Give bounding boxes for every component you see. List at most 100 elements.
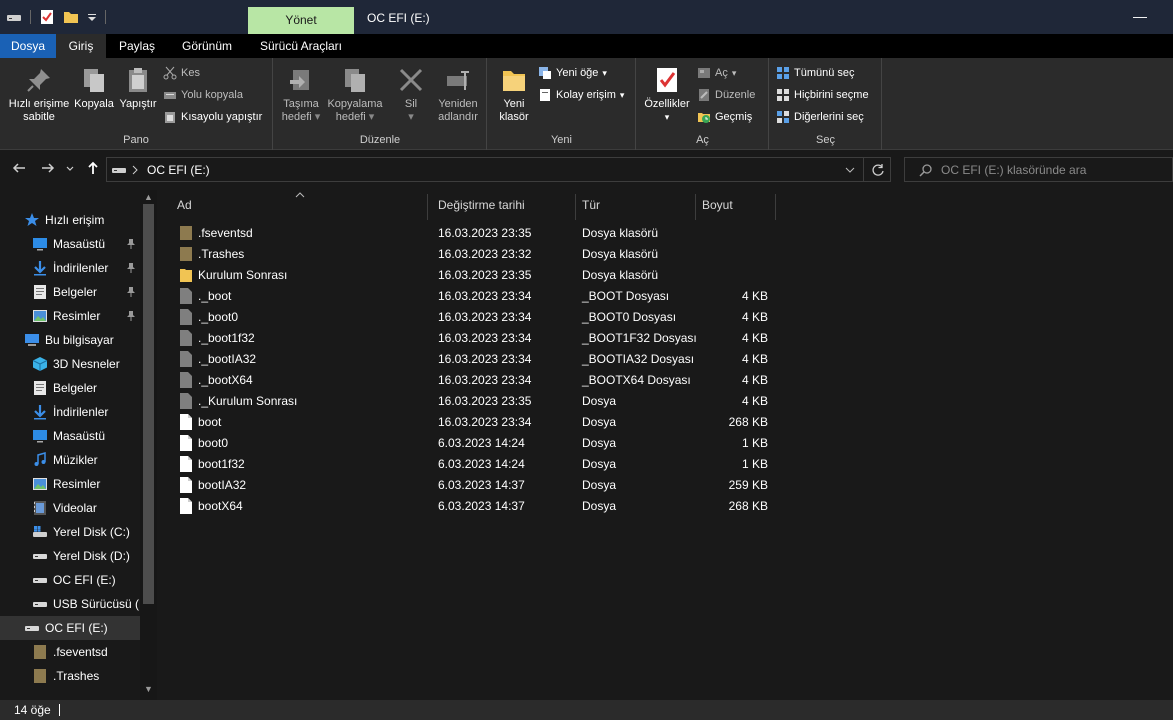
paste-button[interactable]: Yapıştır	[116, 66, 160, 111]
new-item-button[interactable]: Yeni öğe ▾	[538, 66, 607, 80]
select-all-button[interactable]: Tümünü seç	[776, 66, 855, 80]
customize-toolbar-icon[interactable]	[87, 9, 97, 25]
column-header-size[interactable]: Boyut	[696, 194, 776, 220]
cut-button[interactable]: Kes	[163, 66, 200, 80]
select-none-icon	[776, 88, 790, 102]
column-header-type[interactable]: Tür	[576, 194, 696, 220]
copy-button[interactable]: Kopyala	[72, 66, 116, 111]
file-row[interactable]: bootIA32 6.03.2023 14:37 Dosya 259 KB	[157, 475, 777, 496]
toolbar-divider	[105, 10, 106, 24]
file-row[interactable]: boot0 6.03.2023 14:24 Dosya 1 KB	[157, 433, 777, 454]
copy-path-button[interactable]: Yolu kopyala	[163, 88, 243, 102]
drive-icon[interactable]	[6, 9, 22, 25]
file-type: Dosya klasörü	[582, 247, 659, 261]
tab-manage-context[interactable]: Yönet	[248, 7, 354, 34]
new-folder-button[interactable]: Yeni klasör	[492, 66, 536, 124]
forward-button[interactable]	[39, 160, 57, 180]
refresh-icon[interactable]	[871, 163, 885, 177]
nav-item-label: 3D Nesneler	[53, 357, 120, 371]
column-header-name[interactable]: Ad	[171, 192, 428, 220]
rename-button[interactable]: Yeniden adlandır	[432, 66, 484, 124]
file-row[interactable]: ._boot1f32 16.03.2023 23:34 _BOOT1F32 Dosy…	[157, 328, 777, 349]
address-path[interactable]: OC EFI (E:)	[147, 163, 210, 177]
file-row[interactable]: ._bootX64 16.03.2023 23:34 _BOOTX64 Dosyas…	[157, 370, 777, 391]
tab-share[interactable]: Paylaş	[112, 34, 162, 58]
paste-shortcut-label: Kısayolu yapıştır	[181, 111, 263, 123]
nav-item[interactable]: İndirilenler	[0, 400, 140, 424]
properties-button[interactable]: Özellikler ▾	[641, 66, 693, 124]
minimize-button[interactable]: —	[1133, 8, 1149, 26]
nav-item[interactable]: Müzikler	[0, 448, 140, 472]
chevron-down-icon[interactable]	[845, 166, 855, 174]
nav-item[interactable]: Resimler	[0, 304, 140, 328]
invert-selection-button[interactable]: Diğerlerini seç	[776, 110, 864, 124]
nav-item-label: Videolar	[53, 501, 97, 515]
file-icon	[180, 456, 192, 472]
nav-item[interactable]: OC EFI (E:)	[0, 616, 140, 640]
up-button[interactable]	[84, 160, 102, 180]
pin-quick-access-button[interactable]: Hızlı erişime sabitle	[6, 66, 72, 124]
nav-scrollbar[interactable]: ▲ ▼	[140, 190, 157, 700]
nav-item[interactable]: Videolar	[0, 496, 140, 520]
file-row[interactable]: ._boot 16.03.2023 23:34 _BOOT Dosyası 4 KB	[157, 286, 777, 307]
delete-button[interactable]: Sil ▾	[394, 66, 428, 124]
file-size: 4 KB	[741, 289, 768, 303]
file-row[interactable]: boot 16.03.2023 23:34 Dosya 268 KB	[157, 412, 777, 433]
file-row[interactable]: .fseventsd 16.03.2023 23:35 Dosya klasörü	[157, 223, 777, 244]
properties-icon	[653, 66, 681, 94]
file-row[interactable]: ._bootIA32 16.03.2023 23:34 _BOOTIA32 Dosy…	[157, 349, 777, 370]
nav-item[interactable]: Yerel Disk (D:)	[0, 544, 140, 568]
new-group-label: Yeni	[550, 134, 572, 146]
nav-item[interactable]: Masaüstü	[0, 232, 140, 256]
file-date: 16.03.2023 23:34	[438, 352, 532, 366]
new-folder-label-2: klasör	[499, 111, 529, 123]
history-button[interactable]: Geçmiş	[697, 110, 752, 124]
document-icon	[32, 380, 48, 396]
edit-button[interactable]: Düzenle	[697, 88, 755, 102]
nav-item[interactable]: Belgeler	[0, 280, 140, 304]
scroll-thumb[interactable]	[143, 204, 154, 604]
move-to-button[interactable]: Taşıma hedefi ▾	[278, 66, 324, 124]
nav-item[interactable]: OC EFI (E:)	[0, 568, 140, 592]
tab-drive-tools[interactable]: Sürücü Araçları	[252, 34, 350, 58]
file-date: 16.03.2023 23:34	[438, 373, 532, 387]
column-header-date[interactable]: Değiştirme tarihi	[432, 194, 576, 220]
paste-shortcut-button[interactable]: Kısayolu yapıştır	[163, 110, 262, 124]
select-all-label: Tümünü seç	[794, 67, 855, 79]
file-name: boot0	[198, 436, 229, 450]
tab-home[interactable]: Giriş	[56, 34, 106, 58]
open-button[interactable]: Aç ▾	[697, 66, 736, 80]
file-row[interactable]: bootX64 6.03.2023 14:37 Dosya 268 KB	[157, 496, 777, 517]
back-button[interactable]	[10, 160, 28, 180]
tab-file[interactable]: Dosya	[0, 34, 56, 58]
search-input[interactable]	[941, 161, 1166, 179]
nav-item[interactable]: .Trashes	[0, 664, 140, 688]
search-box[interactable]	[904, 157, 1173, 182]
nav-item[interactable]: Hızlı erişim	[0, 208, 140, 232]
file-row[interactable]: .Trashes 16.03.2023 23:32 Dosya klasörü	[157, 244, 777, 265]
nav-item[interactable]: Resimler	[0, 472, 140, 496]
select-none-button[interactable]: Hiçbirini seçme	[776, 88, 869, 102]
nav-item[interactable]: Yerel Disk (C:)	[0, 520, 140, 544]
file-row[interactable]: Kurulum Sonrası 16.03.2023 23:35 Dosya kla…	[157, 265, 777, 286]
scroll-up-arrow[interactable]: ▲	[143, 192, 154, 202]
properties-icon[interactable]	[39, 9, 55, 25]
easy-access-button[interactable]: Kolay erişim ▾	[538, 88, 624, 102]
tab-view[interactable]: Görünüm	[172, 34, 242, 58]
nav-item[interactable]: Belgeler	[0, 376, 140, 400]
nav-item[interactable]: İndirilenler	[0, 256, 140, 280]
new-folder-icon[interactable]	[63, 9, 79, 25]
recent-locations-button[interactable]	[64, 160, 76, 180]
nav-item[interactable]: 3D Nesneler	[0, 352, 140, 376]
chevron-right-icon[interactable]	[131, 165, 139, 175]
scroll-down-arrow[interactable]: ▼	[143, 684, 154, 694]
copy-to-button[interactable]: Kopyalama hedefi ▾	[324, 66, 386, 124]
nav-item[interactable]: .fseventsd	[0, 640, 140, 664]
nav-item[interactable]: Bu bilgisayar	[0, 328, 140, 352]
nav-item[interactable]: USB Sürücüsü (F	[0, 592, 140, 616]
nav-item[interactable]: Masaüstü	[0, 424, 140, 448]
file-row[interactable]: boot1f32 6.03.2023 14:24 Dosya 1 KB	[157, 454, 777, 475]
file-row[interactable]: ._Kurulum Sonrası 16.03.2023 23:35 Dosya 4 …	[157, 391, 777, 412]
address-bar[interactable]: OC EFI (E:)	[106, 157, 891, 182]
file-row[interactable]: ._boot0 16.03.2023 23:34 _BOOT0 Dosyası 4 K…	[157, 307, 777, 328]
